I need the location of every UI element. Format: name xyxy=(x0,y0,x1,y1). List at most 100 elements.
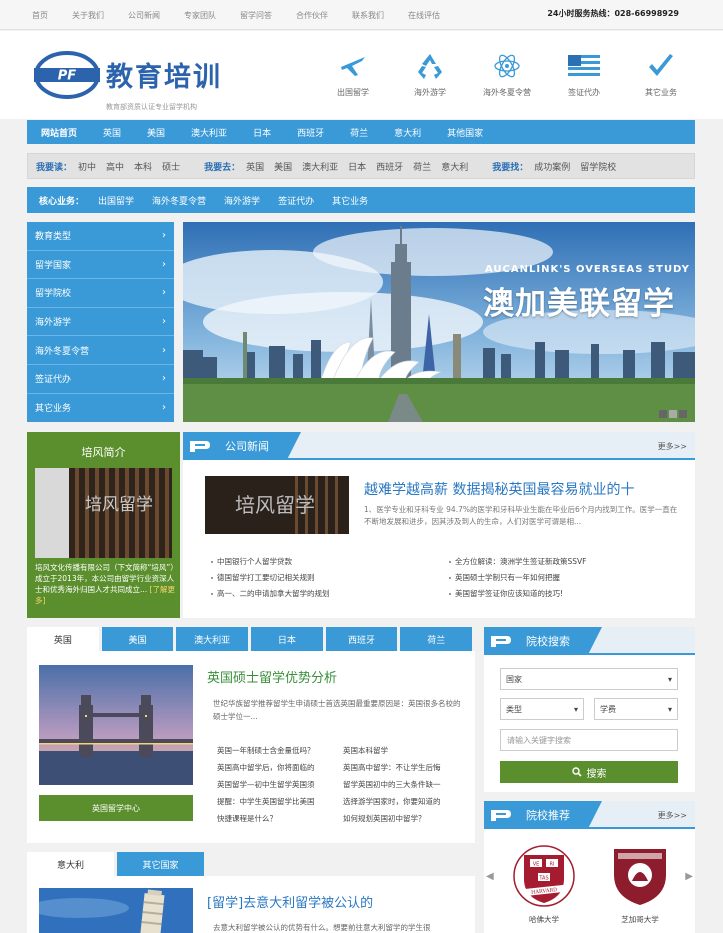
next-arrow-icon[interactable]: ▶ xyxy=(685,871,693,882)
top-link-experts[interactable]: 专家团队 xyxy=(184,10,216,21)
read-item[interactable]: 初中 xyxy=(78,160,96,173)
uk-headline[interactable]: 英国硕士留学优势分析 xyxy=(207,667,337,686)
core-item[interactable]: 海外游学 xyxy=(224,194,260,207)
uk-summary: 世纪华族留学推荐留学生申请硕士首选英国最重要原因是：英国很多名校的硕士学位一..… xyxy=(213,699,461,721)
core-item[interactable]: 海外冬夏令营 xyxy=(152,194,206,207)
news-list-item[interactable]: 美国留学签证你应该知道的技巧! xyxy=(449,588,563,599)
top-link-contact[interactable]: 联系我们 xyxy=(352,10,384,21)
side-menu-item[interactable]: 海外游学 › xyxy=(27,307,174,337)
news-list-item[interactable]: 英国硕士学制只有一年如何把握 xyxy=(449,572,560,583)
tab-spain[interactable]: 西班牙 xyxy=(325,627,398,651)
uk-photo[interactable] xyxy=(39,665,193,785)
top-link-partners[interactable]: 合作伙伴 xyxy=(296,10,328,21)
list-item[interactable]: 如何规划英国初中留学？ xyxy=(343,813,426,824)
go-item[interactable]: 意大利 xyxy=(441,160,468,173)
tab-uk[interactable]: 英国 xyxy=(27,627,99,651)
nav-item-usa[interactable]: 美国 xyxy=(147,126,165,139)
nav-item-australia[interactable]: 澳大利亚 xyxy=(191,126,227,139)
list-item[interactable]: 英国留学—初中生留学英国须 xyxy=(217,779,315,790)
carousel-dot[interactable] xyxy=(659,410,667,418)
news-headline[interactable]: 越难学越高薪 数据揭秘英国最容易就业的十 xyxy=(364,479,634,499)
fee-select[interactable]: 学费 ▾ xyxy=(594,698,678,720)
type-select[interactable]: 类型 ▾ xyxy=(500,698,584,720)
school-chicago[interactable]: 芝加哥大学 xyxy=(602,845,678,925)
find-item[interactable]: 留学院校 xyxy=(580,160,616,173)
tab-netherlands[interactable]: 荷兰 xyxy=(400,627,473,651)
nav-item-home[interactable]: 网站首页 xyxy=(41,126,77,139)
read-item[interactable]: 本科 xyxy=(134,160,152,173)
list-item[interactable]: 快捷课程是什么？ xyxy=(217,813,277,824)
culture-photo[interactable]: 培风留学 xyxy=(35,468,172,558)
side-menu-item[interactable]: 海外冬夏令营 › xyxy=(27,336,174,365)
core-item[interactable]: 签证代办 xyxy=(278,194,314,207)
news-list-item[interactable]: 高一、二的申请加拿大留学的规划 xyxy=(211,588,330,599)
tab-usa[interactable]: 美国 xyxy=(101,627,174,651)
list-item[interactable]: 留学英国初中的三大条件缺一 xyxy=(343,779,441,790)
side-menu-item[interactable]: 教育类型 › xyxy=(27,222,174,251)
banner-english-title: AUCANLINK'S OVERSEAS STUDY xyxy=(485,264,690,275)
find-item[interactable]: 成功案例 xyxy=(534,160,570,173)
service-overseas-tour[interactable]: 海外游学 xyxy=(395,49,465,98)
italy-photo[interactable] xyxy=(39,888,193,933)
core-label: 核心业务： xyxy=(39,196,85,207)
top-link-qa[interactable]: 留学问答 xyxy=(240,10,272,21)
go-item[interactable]: 美国 xyxy=(274,160,292,173)
tab-italy[interactable]: 意大利 xyxy=(27,852,114,876)
go-item[interactable]: 荷兰 xyxy=(413,160,431,173)
side-menu-item[interactable]: 其它业务 › xyxy=(27,393,174,423)
prev-arrow-icon[interactable]: ◀ xyxy=(486,871,494,882)
go-item[interactable]: 澳大利亚 xyxy=(302,160,338,173)
news-more-link[interactable]: 更多>> xyxy=(658,441,687,452)
news-list-item[interactable]: 德国留学打工要切记相关规则 xyxy=(211,572,315,583)
tab-japan[interactable]: 日本 xyxy=(251,627,323,651)
service-visa[interactable]: 签证代办 xyxy=(549,49,619,98)
site-logo[interactable]: PF 教育培训 xyxy=(34,47,274,107)
carousel-dot[interactable] xyxy=(679,410,687,418)
news-list-item[interactable]: 中国银行个人留学贷款 xyxy=(211,556,292,567)
nav-item-spain[interactable]: 西班牙 xyxy=(297,126,324,139)
recommend-more-link[interactable]: 更多>> xyxy=(658,810,687,821)
italy-headline[interactable]: [留学]去意大利留学被公认的 xyxy=(207,892,373,911)
core-item[interactable]: 出国留学 xyxy=(98,194,134,207)
tab-other-countries[interactable]: 其它国家 xyxy=(117,852,204,876)
top-link-news[interactable]: 公司新闻 xyxy=(128,10,160,21)
read-item[interactable]: 高中 xyxy=(106,160,124,173)
side-menu-item[interactable]: 留学国家 › xyxy=(27,250,174,280)
side-menu-item[interactable]: 留学院校 › xyxy=(27,279,174,308)
nav-item-other[interactable]: 其他国家 xyxy=(447,126,483,139)
nav-item-netherlands[interactable]: 荷兰 xyxy=(350,126,368,139)
top-link-about[interactable]: 关于我们 xyxy=(72,10,104,21)
top-link-assess[interactable]: 在线评估 xyxy=(408,10,440,21)
uk-center-button[interactable]: 英国留学中心 xyxy=(39,795,193,821)
search-button[interactable]: 搜索 xyxy=(500,761,678,783)
nav-item-uk[interactable]: 英国 xyxy=(103,126,121,139)
side-menu-item[interactable]: 签证代办 › xyxy=(27,364,174,394)
service-other[interactable]: 其它业务 xyxy=(626,49,696,98)
list-item[interactable]: 英国一年制硕士含金量低吗？ xyxy=(217,745,315,756)
go-item[interactable]: 西班牙 xyxy=(376,160,403,173)
news-list-item[interactable]: 全方位解读：澳洲学生签证新政策SSVF xyxy=(449,556,586,567)
list-item[interactable]: 英国本科留学 xyxy=(343,745,388,756)
service-study-abroad[interactable]: 出国留学 xyxy=(318,49,388,98)
top-link-home[interactable]: 首页 xyxy=(32,10,48,21)
service-label: 其它业务 xyxy=(645,88,677,97)
hero-banner[interactable]: AUCANLINK'S OVERSEAS STUDY 澳加美联留学 xyxy=(183,222,695,422)
nav-item-japan[interactable]: 日本 xyxy=(253,126,271,139)
tab-australia[interactable]: 澳大利亚 xyxy=(176,627,249,651)
list-item[interactable]: 英国高中留学后，你将面临的 xyxy=(217,762,315,773)
read-item[interactable]: 硕士 xyxy=(162,160,180,173)
news-thumbnail[interactable]: 培风留学 xyxy=(205,476,349,534)
keyword-input[interactable]: 请输入关键字搜索 xyxy=(500,729,678,751)
nav-item-italy[interactable]: 意大利 xyxy=(394,126,421,139)
list-item[interactable]: 选择游学国家时，你要知道的 xyxy=(343,796,441,807)
go-item[interactable]: 日本 xyxy=(348,160,366,173)
school-harvard[interactable]: VE RI TAS HARVARD 哈佛大学 xyxy=(506,845,582,925)
go-item[interactable]: 英国 xyxy=(246,160,264,173)
core-item[interactable]: 其它业务 xyxy=(332,194,368,207)
service-camp[interactable]: 海外冬夏令营 xyxy=(472,49,542,98)
list-item[interactable]: 提醒：中学生英国留学比美国 xyxy=(217,796,315,807)
recommend-header: 院校推荐 更多>> xyxy=(484,801,695,829)
country-select[interactable]: 国家 ▾ xyxy=(500,668,678,690)
list-item[interactable]: 英国高中留学：不让学生后悔 xyxy=(343,762,441,773)
carousel-dot[interactable] xyxy=(669,410,677,418)
